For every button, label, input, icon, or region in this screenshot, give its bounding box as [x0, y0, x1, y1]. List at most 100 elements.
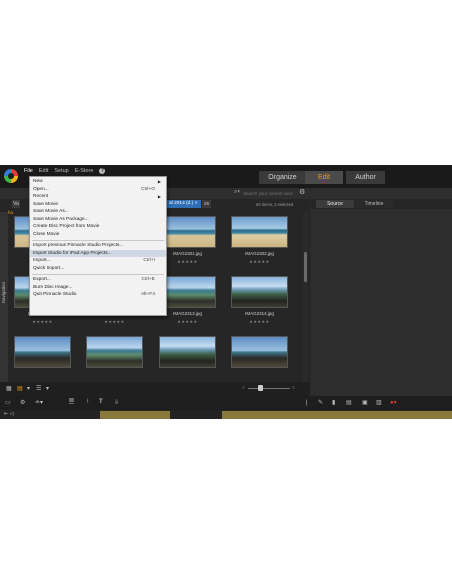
list-view-icon[interactable]: ☰ [36, 385, 41, 392]
gear-icon[interactable]: ⚙ [20, 399, 25, 406]
library-tab-active[interactable]: al 2014 (d.) × [165, 200, 201, 208]
library-scrollbar[interactable] [303, 212, 308, 382]
library-tab-extra[interactable]: 26 [202, 200, 211, 208]
menu-item-shortcut: Ctrl+O [141, 186, 155, 192]
menu-edit[interactable]: Edit [39, 168, 48, 174]
audio-mixer-icon[interactable]: 𝄚 [69, 399, 74, 406]
thumbnail-item[interactable]: IMAG2301.jpg ★★★★★ [159, 216, 216, 264]
chevron-down-icon[interactable]: ▾ [46, 385, 49, 392]
zoom-out-icon[interactable]: ○ [242, 385, 245, 391]
tab-source[interactable]: Source [316, 200, 354, 208]
search-input[interactable] [243, 189, 298, 197]
thumbnail-image[interactable] [231, 216, 288, 248]
zoom-slider-knob[interactable] [258, 385, 263, 391]
thumbnail-item[interactable]: IMAG2314.jpg ★★★★★ [231, 276, 288, 324]
rating-stars[interactable]: ★★★★★ [86, 319, 143, 324]
menu-item[interactable]: Open... Ctrl+O [30, 186, 166, 194]
transition-icon[interactable]: ▤ [346, 399, 352, 406]
library-tab[interactable]: Va [12, 200, 20, 208]
menu-item[interactable]: Quick Import... [30, 265, 166, 273]
thumbnail-caption: IMAG2314.jpg [245, 311, 274, 316]
thumbnail-item[interactable] [231, 336, 288, 379]
menu-item-shortcut: Ctrl+E [141, 277, 155, 282]
menu-item[interactable]: Save Movie [30, 201, 166, 209]
thumbnail-image[interactable] [159, 336, 216, 368]
menu-item[interactable]: Export... Ctrl+E [30, 276, 166, 284]
thumbnail-image[interactable] [14, 336, 71, 368]
menu-estore[interactable]: E-Store [75, 168, 94, 174]
menu-item[interactable]: Close Movie [30, 231, 166, 239]
navigation-strip[interactable]: Navigation [0, 212, 8, 382]
rating-stars[interactable]: ★★★★★ [14, 319, 71, 324]
menu-item-label: New [33, 179, 43, 184]
menu-item-label: Save Movie [33, 201, 59, 207]
menu-separator [32, 239, 164, 241]
rating-stars[interactable]: ★★★★★ [159, 259, 216, 264]
view-mode-icon[interactable]: ▤ [17, 385, 23, 392]
timeline-clip[interactable] [222, 411, 452, 419]
file-menu-dropdown: New ▶ Open... Ctrl+O Recent ▶ Save Movie Save M… [29, 176, 167, 316]
thumbnail-image[interactable] [231, 276, 288, 308]
razor-icon[interactable]: ⫮ [87, 399, 89, 406]
menu-item[interactable]: Save Movie As Package... [30, 216, 166, 224]
snap-icon[interactable]: ❘ [304, 399, 309, 406]
rating-stars[interactable]: ★★★★★ [231, 319, 288, 324]
thumbnail-image[interactable] [231, 336, 288, 368]
help-icon[interactable]: ? [99, 168, 106, 174]
menu-item-label: Save Movie As Package... [33, 216, 89, 222]
menu-file[interactable]: File [24, 168, 33, 174]
menu-setup[interactable]: Setup [54, 168, 68, 174]
menu-item[interactable]: Recent ▶ [30, 193, 166, 201]
thumbnail-item[interactable]: IMAG2302.jpg ★★★★★ [231, 216, 288, 264]
scrollbar-thumb[interactable] [304, 252, 307, 282]
track-options-icon[interactable]: ≐▾ [35, 399, 43, 406]
thumbnail-image[interactable] [159, 276, 216, 308]
menu-item-label: Recent [33, 194, 49, 199]
thumbnail-caption [14, 371, 71, 377]
delete-icon[interactable]: ▥ [376, 399, 382, 406]
menu-item[interactable]: Import previous Pinnacle Studio Projects… [30, 242, 166, 250]
menu-separator [32, 273, 164, 275]
thumbnail-image[interactable] [159, 216, 216, 248]
menu-item[interactable]: Quit Pinnacle Studio Alt+F4 [30, 291, 166, 299]
menu-item[interactable]: Import Studio for iPad App Projects... [30, 249, 166, 257]
submenu-arrow-icon: ▶ [157, 194, 161, 199]
record-marker-icon[interactable]: ●▾ [390, 399, 397, 406]
menu-item[interactable]: Burn Disc Image... [30, 284, 166, 292]
clipboard-icon[interactable]: ▣ [362, 399, 368, 406]
mode-author-button[interactable]: Author [346, 171, 385, 184]
preview-screen [311, 209, 452, 396]
voiceover-icon[interactable]: ⇩ [114, 399, 119, 406]
menu-item[interactable]: Save Movie As... [30, 208, 166, 216]
menu-item[interactable]: Import... Ctrl+I [30, 257, 166, 265]
ruler-controls-icon[interactable]: ⇤ ◁ [4, 411, 13, 417]
mode-organize-button[interactable]: Organize [259, 171, 306, 184]
pinnacle-studio-window: File Edit Setup E-Store ? Organize Edit … [0, 165, 452, 419]
title-icon[interactable]: T [99, 399, 103, 405]
mode-edit-button[interactable]: Edit [305, 171, 343, 184]
rating-stars[interactable]: ★★★★★ [231, 259, 288, 264]
timeline-ruler[interactable]: ⇤ ◁ [0, 410, 452, 419]
tab-timeline[interactable]: Timeline [355, 200, 393, 208]
marker-icon[interactable]: ✎ [318, 399, 323, 406]
gear-icon[interactable]: ⚙ [299, 188, 305, 196]
search-icon[interactable]: ⌕▾ [234, 189, 240, 196]
chevron-down-icon[interactable]: ▾ [27, 385, 30, 392]
rating-stars[interactable]: ★★★★★ [159, 319, 216, 324]
thumbnail-item[interactable] [159, 336, 216, 379]
thumbnail-image[interactable] [86, 336, 143, 368]
thumbnail-item[interactable]: IMAG2313.jpg ★★★★★ [159, 276, 216, 324]
thumbnail-item[interactable] [14, 336, 71, 379]
timeline-settings-icon[interactable]: ▭ [5, 399, 11, 406]
thumbnail-item[interactable] [86, 336, 143, 379]
panel-toggle-icon[interactable]: ▦ [6, 385, 12, 392]
zoom-slider[interactable] [248, 388, 290, 389]
trim-icon[interactable]: ▮ [332, 399, 335, 406]
menu-item-label: Save Movie As... [33, 209, 69, 214]
timeline-clip[interactable] [100, 411, 170, 419]
zoom-in-icon[interactable]: ○ [292, 385, 295, 391]
close-icon[interactable]: × [195, 201, 198, 206]
menu-item[interactable]: Create Disc Project from Movie [30, 223, 166, 231]
menu-item[interactable]: New ▶ [30, 178, 166, 186]
thumbnail-caption [159, 371, 216, 377]
